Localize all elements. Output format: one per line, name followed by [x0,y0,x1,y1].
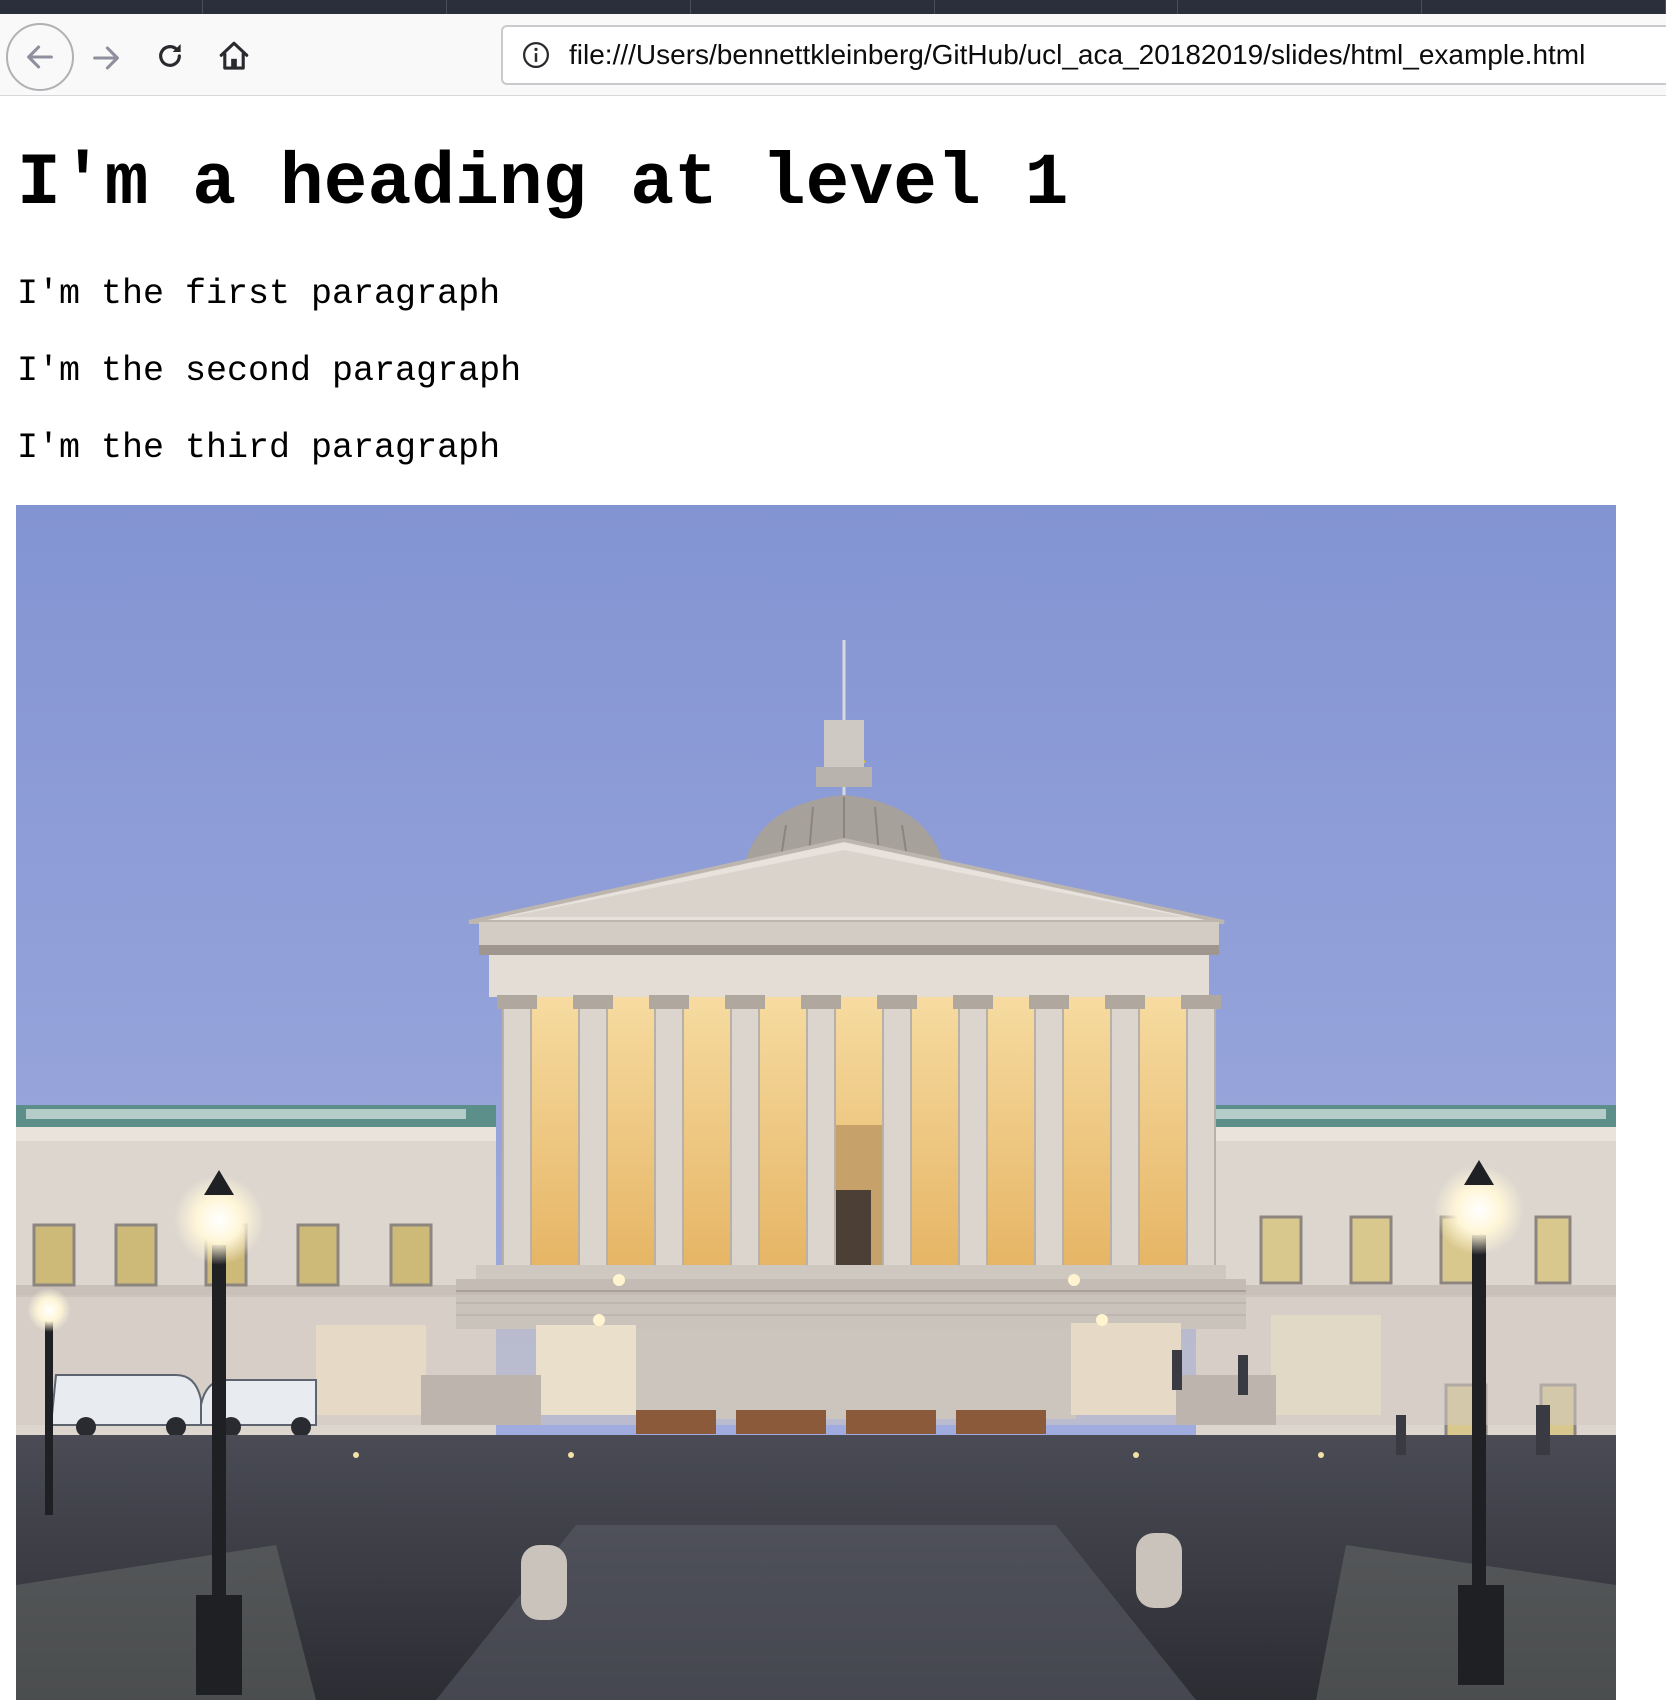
paragraph-third: I'm the third paragraph [17,428,501,468]
browser-tab[interactable] [0,0,204,14]
paragraph-first: I'm the first paragraph [17,274,501,314]
back-button[interactable] [6,23,74,91]
browser-tab[interactable] [203,0,448,14]
address-bar[interactable]: file:///Users/bennettkleinberg/GitHub/uc… [501,25,1666,85]
page-content: I'm a heading at level 1 I'm the first p… [0,97,1666,1700]
forward-button[interactable] [84,36,128,80]
url-text[interactable]: file:///Users/bennettkleinberg/GitHub/uc… [569,39,1585,71]
building-photo-graphic [16,505,1616,1700]
arrow-left-icon [27,45,53,69]
browser-tab[interactable] [1178,0,1423,14]
page-heading: I'm a heading at level 1 [17,142,1069,225]
home-button[interactable] [212,34,256,78]
browser-tab[interactable] [447,0,691,14]
reload-button[interactable] [148,34,192,78]
reload-icon [159,44,181,67]
browser-tab[interactable] [935,0,1179,14]
browser-toolbar: file:///Users/bennettkleinberg/GitHub/uc… [0,14,1666,96]
building-photo [16,505,1616,1700]
arrow-right-icon [93,46,119,70]
browser-tab[interactable] [1422,0,1666,14]
tab-strip [0,0,1666,14]
paragraph-second: I'm the second paragraph [17,351,522,391]
home-icon [219,41,249,70]
browser-tab[interactable] [691,0,935,14]
info-icon[interactable] [521,40,551,70]
